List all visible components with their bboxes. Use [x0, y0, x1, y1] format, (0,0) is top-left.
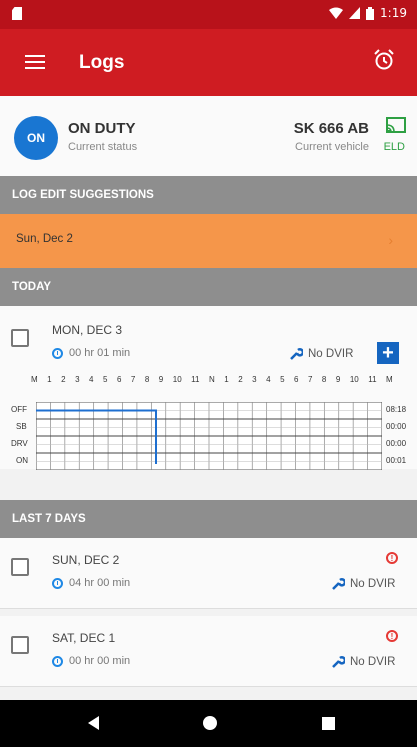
row-checkbox[interactable]: [11, 636, 29, 654]
vehicle-label: SK 666 AB: [293, 120, 369, 137]
sd-card-icon: [12, 7, 22, 20]
clock-icon: [52, 655, 63, 667]
log-row-sun-dec-2[interactable]: SUN, DEC 2 04 hr 00 min ! No DVIR: [0, 538, 417, 609]
hours-axis: M 1 2 3 4 5 6 7 8 9 10 11 N 1 2 3 4 5 6 7 8 9 10 11 M: [31, 375, 393, 384]
today-checkbox[interactable]: [11, 329, 29, 347]
suggestion-item[interactable]: Sun, Dec 2 ›: [0, 214, 417, 268]
duty-status-label: ON DUTY: [68, 120, 136, 137]
hour-label: N: [208, 375, 215, 384]
hour-label: 5: [102, 375, 108, 384]
hour-label: M: [31, 375, 38, 384]
row-label-sb: SB: [16, 422, 27, 431]
row-label-off: OFF: [11, 405, 27, 414]
recent-apps-icon[interactable]: [322, 717, 335, 730]
hour-label: 2: [238, 375, 243, 384]
duty-status-badge[interactable]: ON: [14, 116, 58, 160]
hour-label: 10: [349, 375, 359, 384]
wrench-icon: [332, 656, 345, 668]
row-duration: 00 hr 00 min: [52, 655, 130, 667]
today-day-label: MON, DEC 3: [52, 323, 123, 337]
row-dvir-text: No DVIR: [350, 578, 396, 590]
hour-label: 2: [61, 375, 66, 384]
row-total-off: 08:18: [386, 405, 407, 414]
row-duration: 04 hr 00 min: [52, 577, 130, 589]
today-duration: 00 hr 01 min: [52, 347, 130, 359]
section-log-edit-suggestions: LOG EDIT SUGGESTIONS: [0, 176, 417, 214]
battery-icon: [366, 6, 375, 20]
section-today: TODAY: [0, 268, 417, 306]
row-checkbox[interactable]: [11, 558, 29, 576]
app-bar: Logs: [0, 29, 417, 96]
row-dvir: No DVIR: [331, 577, 395, 591]
hour-label: 6: [294, 375, 299, 384]
hour-label: 9: [335, 375, 341, 384]
row-day: SUN, DEC 2: [52, 553, 120, 567]
today-dvir-text: No DVIR: [308, 348, 354, 360]
back-icon[interactable]: [88, 716, 99, 730]
duty-grid: [36, 402, 382, 470]
hour-label: 8: [144, 375, 150, 384]
hour-label: 1: [47, 375, 52, 384]
hour-label: 10: [172, 375, 182, 384]
page-title: Logs: [79, 52, 125, 73]
hour-label: 3: [75, 375, 80, 384]
hour-label: 5: [280, 375, 285, 384]
hour-label: 7: [307, 375, 313, 384]
row-duration-text: 00 hr 00 min: [69, 655, 131, 667]
hour-label: 1: [224, 375, 229, 384]
row-duration-text: 04 hr 00 min: [69, 577, 131, 589]
hour-label: 3: [252, 375, 257, 384]
clock-icon: [52, 347, 63, 359]
menu-icon[interactable]: [25, 55, 45, 69]
hour-label: 11: [191, 375, 200, 384]
today-dvir: No DVIR: [289, 347, 353, 361]
section-last-7-days: LAST 7 DAYS: [0, 500, 417, 538]
chevron-right-icon: ›: [388, 232, 393, 248]
alarm-clock-icon[interactable]: [373, 49, 395, 71]
hour-label: M: [386, 375, 393, 384]
wrench-icon: [290, 348, 303, 360]
row-total-sb: 00:00: [386, 422, 407, 431]
row-label-drv: DRV: [11, 439, 28, 448]
warning-icon: !: [386, 552, 398, 564]
hour-label: 6: [116, 375, 122, 384]
home-icon[interactable]: [203, 716, 217, 730]
duty-status-caption: Current status: [68, 141, 138, 153]
hour-label: 9: [158, 375, 164, 384]
vehicle-caption: Current vehicle: [295, 141, 369, 153]
eld-label: ELD: [383, 141, 405, 153]
clock-time: 1:19: [380, 6, 407, 20]
row-dvir-text: No DVIR: [350, 656, 396, 668]
hour-label: 8: [321, 375, 327, 384]
hour-label: 7: [130, 375, 136, 384]
hour-label: 4: [266, 375, 271, 384]
cell-signal-icon: [349, 7, 361, 19]
suggestion-date: Sun, Dec 2: [16, 233, 73, 245]
row-day: SAT, DEC 1: [52, 631, 116, 645]
row-label-on: ON: [16, 456, 28, 465]
wrench-icon: [332, 578, 345, 590]
hour-label: 4: [89, 375, 94, 384]
row-dvir: No DVIR: [331, 655, 395, 669]
add-dvir-button[interactable]: +: [377, 342, 399, 364]
clock-icon: [52, 577, 63, 589]
today-duration-text: 00 hr 01 min: [69, 347, 131, 359]
system-status-bar: 1:19: [0, 0, 417, 29]
wifi-icon: [329, 7, 344, 19]
eld-connected-icon: [386, 117, 406, 133]
hour-label: 11: [368, 375, 377, 384]
row-total-drv: 00:00: [386, 439, 407, 448]
log-row-sat-dec-1[interactable]: SAT, DEC 1 00 hr 00 min ! No DVIR: [0, 616, 417, 687]
warning-icon: !: [386, 630, 398, 642]
system-nav-bar: [0, 700, 417, 747]
row-total-on: 00:01: [386, 456, 407, 465]
